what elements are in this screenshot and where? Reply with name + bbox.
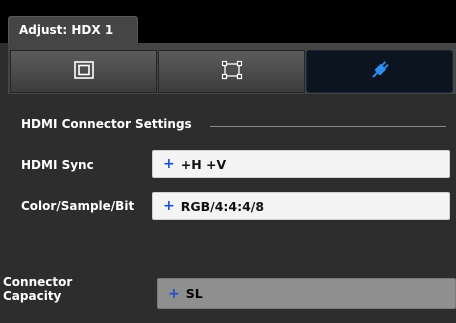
corners-icon <box>221 60 243 84</box>
section-divider <box>210 126 446 127</box>
connector-plug-icon <box>369 59 391 85</box>
tab-adjust-hdx1[interactable]: Adjust: HDX 1 <box>8 16 138 43</box>
color-sample-bit-label: Color/Sample/Bit <box>21 199 135 213</box>
color-sample-bit-button[interactable]: + RGB/4:4:4/8 <box>152 192 450 220</box>
section-title: HDMI Connector Settings <box>21 117 192 131</box>
frame-icon <box>73 60 94 83</box>
color-sample-bit-value: RGB/4:4:4/8 <box>180 198 265 214</box>
connector-capacity-label-line1: Connector <box>3 275 73 289</box>
hdmi-sync-value: +H +V <box>180 156 227 172</box>
connector-capacity-label: Connector Capacity <box>3 275 72 303</box>
connector-capacity-value: SL <box>185 286 203 301</box>
subtab-strip <box>8 43 456 94</box>
title-bar: Adjust: HDX 1 <box>0 0 456 43</box>
hdmi-sync-label: HDMI Sync <box>21 158 94 172</box>
subtab-corners[interactable] <box>158 50 305 93</box>
connector-capacity-label-line2: Capacity <box>3 289 62 303</box>
subtab-frame[interactable] <box>10 50 157 93</box>
plus-icon: + <box>168 285 180 302</box>
plus-icon: + <box>163 198 175 214</box>
hdmi-sync-button[interactable]: + +H +V <box>152 150 450 178</box>
plus-icon: + <box>163 156 175 172</box>
subtab-connector[interactable] <box>306 50 453 93</box>
connector-capacity-button[interactable]: + SL <box>157 278 456 309</box>
